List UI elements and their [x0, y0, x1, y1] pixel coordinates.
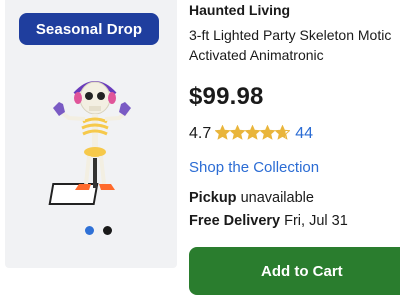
- star-icon: [215, 125, 231, 140]
- star-icon: [230, 125, 246, 140]
- seasonal-drop-badge: Seasonal Drop: [19, 13, 159, 45]
- star-icon: [245, 125, 261, 140]
- rating-value: 4.7: [189, 125, 212, 142]
- rating-row[interactable]: 4.7 44: [189, 123, 313, 145]
- badge-label: Seasonal Drop: [35, 20, 143, 38]
- title-line-2: Activated Animatronic: [189, 47, 324, 63]
- star-icon: [275, 125, 291, 140]
- carousel-dot[interactable]: [85, 226, 94, 235]
- carousel-dot[interactable]: [103, 226, 112, 235]
- pickup-info: Pickup unavailable: [189, 190, 314, 206]
- carousel-dots: [85, 226, 112, 235]
- skeleton-animatronic-image[interactable]: [45, 72, 140, 212]
- delivery-info: Free Delivery Fri, Jul 31: [189, 213, 348, 229]
- review-count-link[interactable]: 44: [295, 125, 313, 143]
- price: $99.98: [189, 83, 264, 110]
- shop-collection-link[interactable]: Shop the Collection: [189, 159, 319, 176]
- star-icon: [260, 125, 276, 140]
- delivery-label: Free Delivery: [189, 213, 281, 229]
- delivery-date: Fri, Jul 31: [284, 213, 348, 229]
- product-image-card: Seasonal Drop: [5, 0, 177, 268]
- star-rating: [215, 125, 291, 143]
- product-title: 3-ft Lighted Party Skeleton Motic Activa…: [189, 25, 400, 65]
- pickup-label: Pickup: [189, 190, 237, 206]
- brand-name[interactable]: Haunted Living: [189, 2, 290, 18]
- title-line-1: 3-ft Lighted Party Skeleton Motic: [189, 27, 392, 43]
- add-to-cart-button[interactable]: Add to Cart: [189, 247, 400, 295]
- pickup-status: unavailable: [240, 190, 314, 206]
